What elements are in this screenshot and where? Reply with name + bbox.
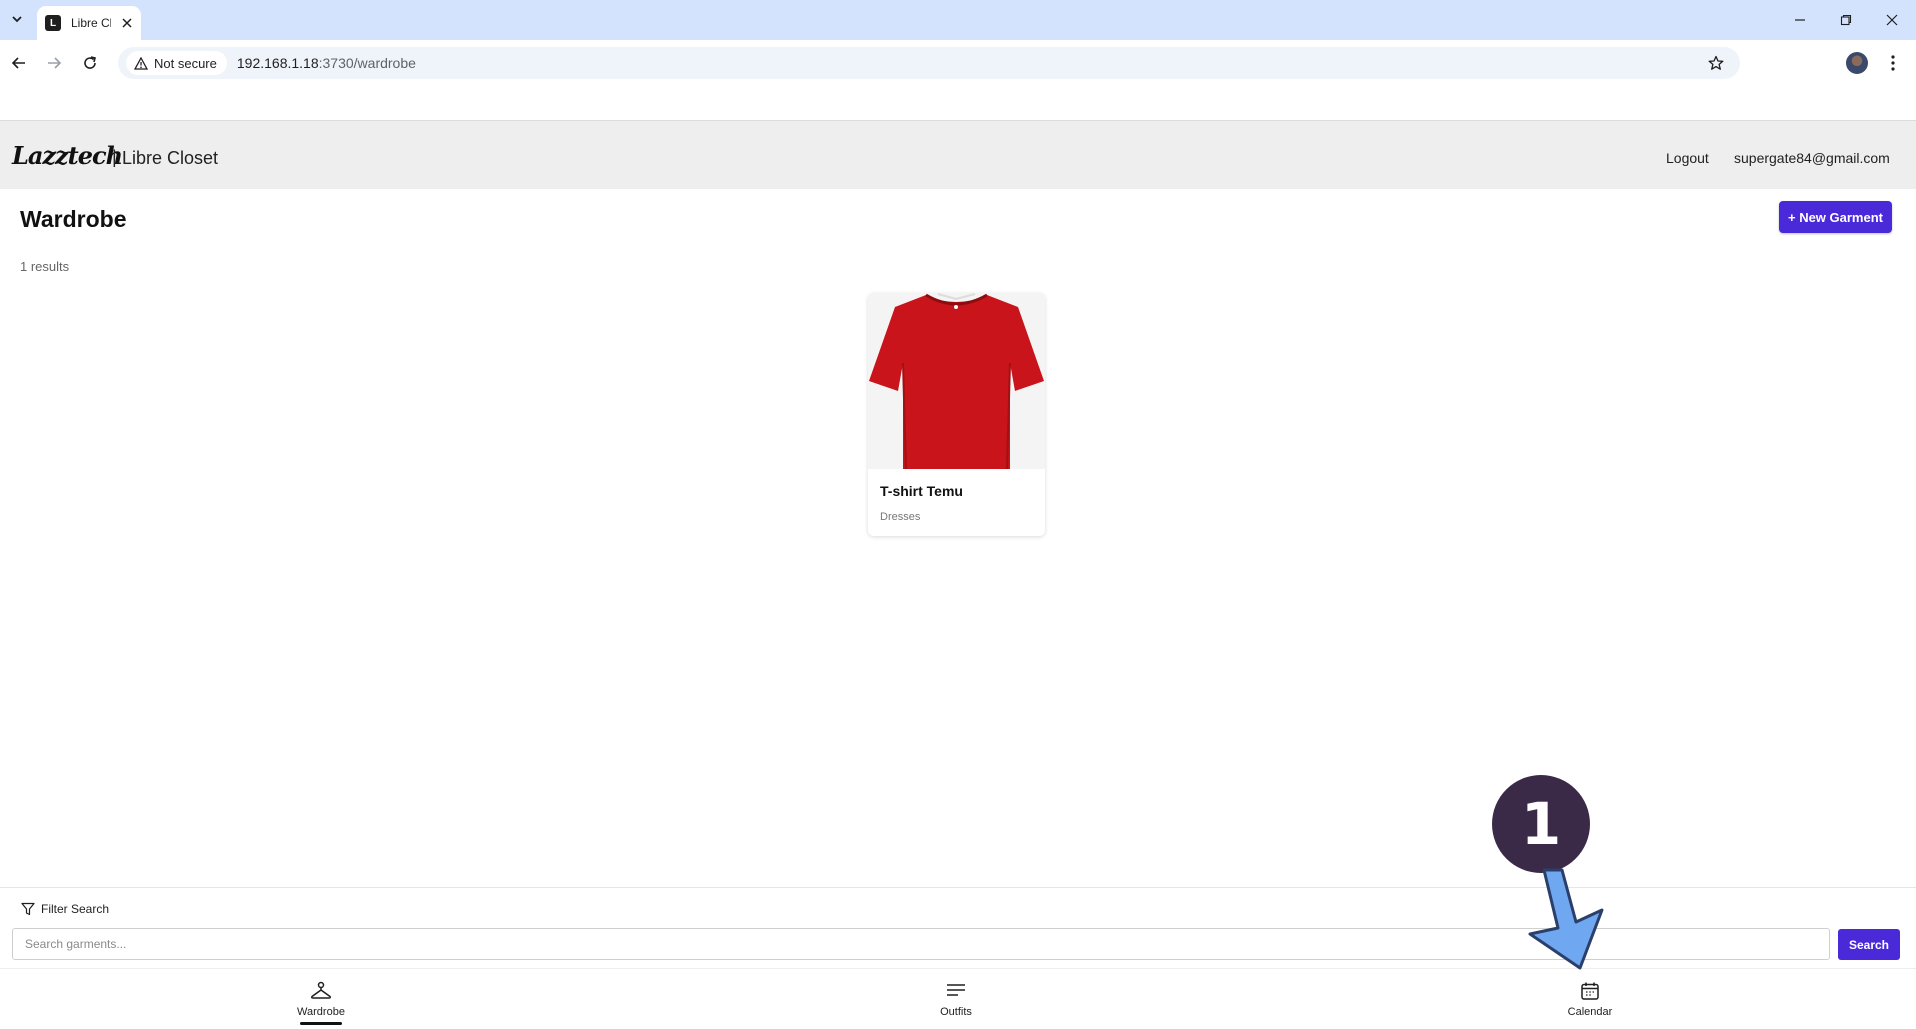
favicon-icon: L bbox=[45, 15, 61, 31]
browser-menu-button[interactable] bbox=[1882, 52, 1904, 74]
url-text: 192.168.1.18:3730/wardrobe bbox=[237, 55, 416, 71]
new-garment-button[interactable]: + New Garment bbox=[1779, 201, 1892, 233]
hanger-icon bbox=[310, 980, 332, 1002]
forward-button[interactable] bbox=[42, 51, 66, 75]
arrow-left-icon bbox=[11, 57, 25, 69]
lines-icon bbox=[945, 980, 967, 1002]
close-icon bbox=[122, 18, 132, 28]
calendar-icon bbox=[1579, 980, 1601, 1002]
browser-tab[interactable]: L Libre Closet bbox=[37, 6, 141, 40]
close-window-button[interactable] bbox=[1880, 8, 1904, 32]
garment-image[interactable] bbox=[868, 293, 1045, 469]
chevron-down-icon bbox=[12, 16, 22, 23]
app-header: Lazztech | Libre Closet Logout supergate… bbox=[0, 121, 1916, 189]
brand-logo[interactable]: Lazztech bbox=[12, 141, 123, 170]
security-indicator[interactable]: Not secure bbox=[126, 51, 227, 75]
garment-name: T-shirt Temu bbox=[880, 483, 963, 499]
search-button[interactable]: Search bbox=[1838, 929, 1900, 960]
step-arrow-icon bbox=[1528, 868, 1604, 970]
security-label: Not secure bbox=[154, 55, 217, 71]
user-email[interactable]: supergate84@gmail.com bbox=[1734, 150, 1890, 166]
tab-search-button[interactable] bbox=[6, 8, 28, 30]
browser-tab-strip: L Libre Closet bbox=[0, 0, 1916, 40]
close-icon bbox=[1886, 14, 1898, 26]
logout-link[interactable]: Logout bbox=[1666, 150, 1709, 166]
filter-search-label: Filter Search bbox=[41, 902, 110, 916]
minimize-icon bbox=[1795, 19, 1805, 21]
results-count: 1 results bbox=[20, 259, 70, 274]
close-tab-button[interactable] bbox=[119, 15, 135, 31]
browser-toolbar: Not secure 192.168.1.18:3730/wardrobe bbox=[0, 40, 1916, 86]
more-vertical-icon bbox=[1891, 55, 1895, 71]
brand-separator: | bbox=[112, 147, 117, 167]
nav-label-wardrobe: Wardrobe bbox=[297, 1006, 345, 1018]
address-bar[interactable]: Not secure 192.168.1.18:3730/wardrobe bbox=[118, 47, 1740, 79]
active-tab-indicator bbox=[300, 1022, 342, 1025]
nav-label-outfits: Outfits bbox=[940, 1006, 972, 1018]
profile-avatar[interactable] bbox=[1846, 52, 1868, 74]
restore-button[interactable] bbox=[1834, 8, 1858, 32]
filter-icon bbox=[21, 902, 35, 916]
back-button[interactable] bbox=[7, 51, 31, 75]
bookmark-button[interactable] bbox=[1706, 53, 1726, 73]
garment-category: Dresses bbox=[880, 511, 921, 523]
url-host: 192.168.1.18 bbox=[236, 55, 319, 71]
app-name[interactable]: Libre Closet bbox=[122, 148, 218, 169]
url-path: :3730/wardrobe bbox=[318, 55, 416, 71]
nav-tab-wardrobe[interactable]: Wardrobe bbox=[261, 980, 381, 1026]
garment-card[interactable]: T-shirt Temu Dresses bbox=[868, 293, 1045, 536]
nav-label-calendar: Calendar bbox=[1567, 1006, 1613, 1018]
restore-icon bbox=[1840, 14, 1852, 26]
tab-title: Libre Closet bbox=[71, 16, 111, 30]
reload-button[interactable] bbox=[78, 51, 102, 75]
page-title: Wardrobe bbox=[20, 206, 127, 232]
star-icon bbox=[1708, 55, 1724, 70]
warning-icon bbox=[134, 56, 148, 70]
reload-icon bbox=[84, 56, 96, 69]
filter-search-toggle[interactable]: Filter Search bbox=[21, 900, 109, 918]
minimize-button[interactable] bbox=[1788, 8, 1812, 32]
nav-tab-calendar[interactable]: Calendar bbox=[1530, 980, 1650, 1026]
nav-tab-outfits[interactable]: Outfits bbox=[896, 980, 1016, 1026]
arrow-right-icon bbox=[48, 57, 62, 69]
